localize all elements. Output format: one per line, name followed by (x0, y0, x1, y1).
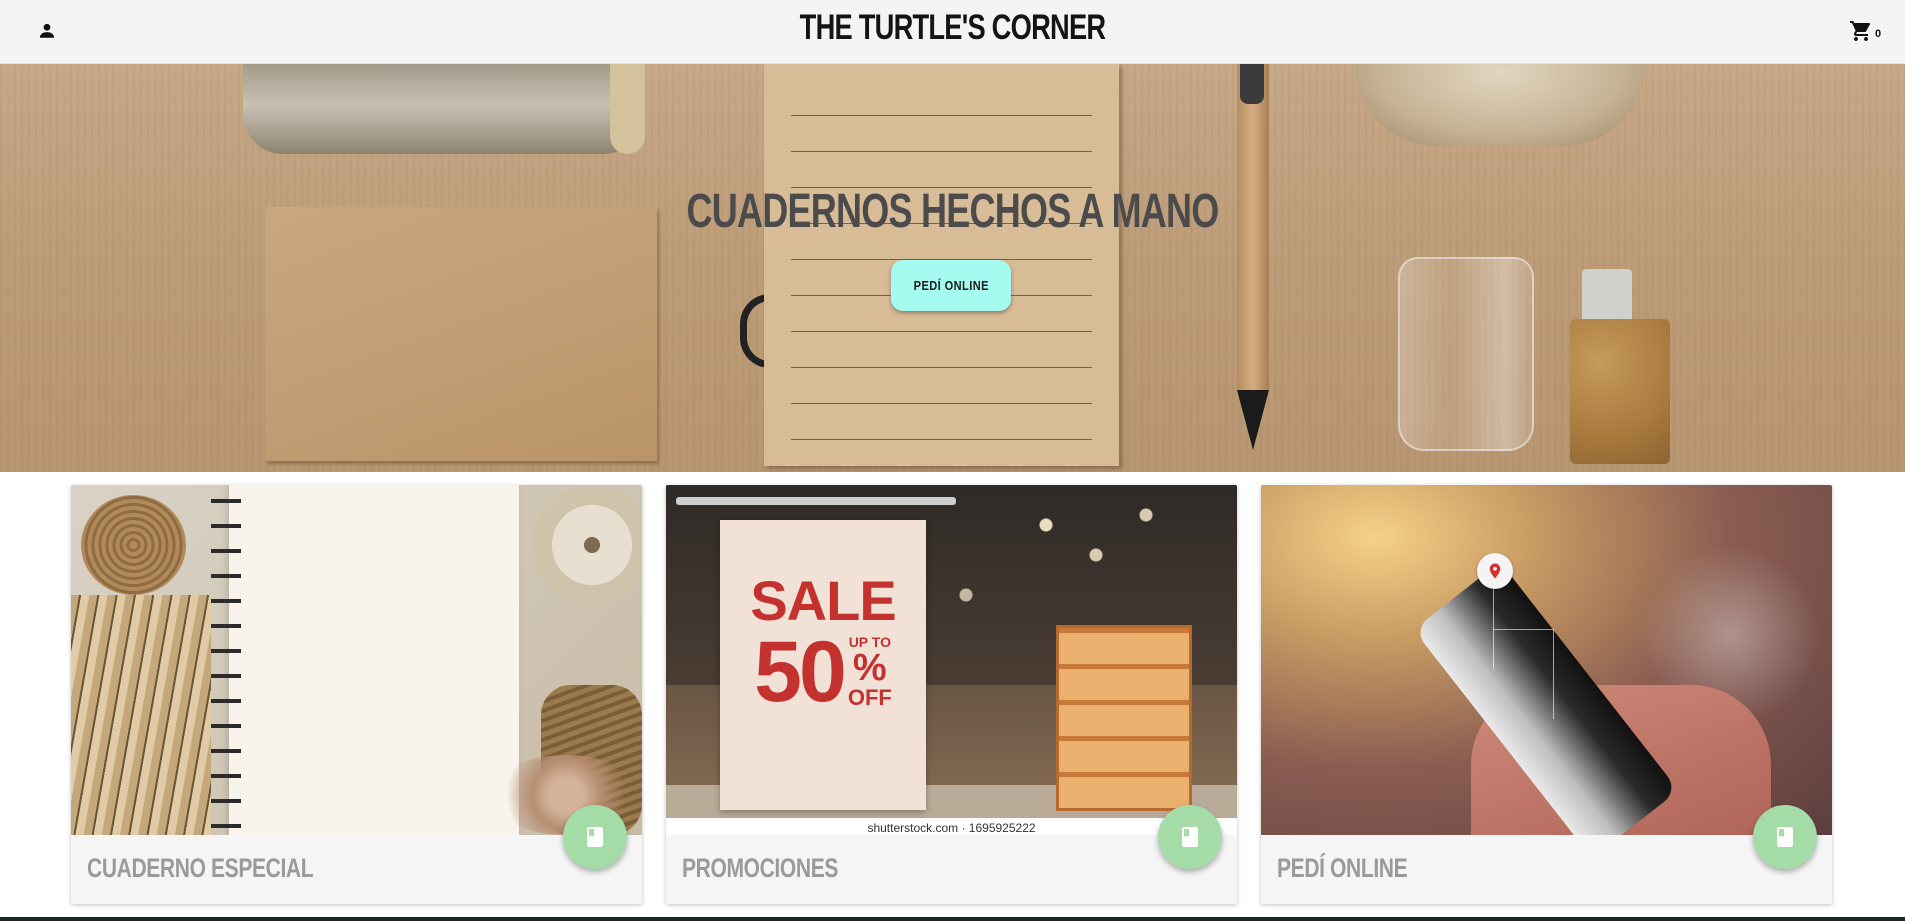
card-title: CUADERNO ESPECIAL (87, 853, 314, 883)
hero-usb-stick (1582, 269, 1632, 324)
card-title: PEDÍ ONLINE (1277, 853, 1408, 883)
hero-log-image (243, 64, 643, 154)
card-cuaderno-especial[interactable]: CUADERNO ESPECIAL (71, 485, 642, 904)
person-icon (39, 23, 55, 38)
card-image-phone (1261, 485, 1832, 835)
hero-banner: CUADERNOS HECHOS A MANO PEDÍ ONLINE (0, 64, 1905, 472)
account-button[interactable] (32, 14, 62, 48)
sale-percent: % (852, 647, 887, 689)
card-pedi-online[interactable]: PEDÍ ONLINE (1261, 485, 1832, 904)
order-online-button[interactable]: PEDÍ ONLINE (891, 260, 1011, 311)
book-icon (587, 827, 603, 847)
hero-wood-disk (1355, 64, 1645, 146)
footer-edge (0, 917, 1905, 921)
sale-sign: SALE 50 UP TO % OFF (720, 520, 926, 810)
notebook-spiral (211, 485, 241, 835)
image-watermark: shutterstock.com · 1695925222 (666, 818, 1237, 835)
hero-glass-jar (1398, 257, 1534, 451)
hero-cork-usb (1570, 319, 1670, 464)
pin-connector-v (1553, 629, 1554, 719)
book-icon (1777, 827, 1793, 847)
hero-pen-clip (1240, 64, 1264, 104)
card-image-notebook (71, 485, 642, 835)
location-pin (1477, 553, 1513, 589)
sale-off: OFF (847, 685, 892, 710)
cart-button[interactable]: 0 (1842, 14, 1888, 48)
card-promociones[interactable]: SALE 50 UP TO % OFF shutterstock.com · 1… (666, 485, 1237, 904)
hero-title: CUADERNOS HECHOS A MANO (686, 185, 1219, 238)
site-title[interactable]: THE TURTLE'S CORNER (210, 8, 1696, 48)
store-shelves (1056, 625, 1192, 811)
book-icon (1182, 827, 1198, 847)
wooden-sticks (71, 595, 211, 835)
card-action-button[interactable] (1753, 805, 1817, 869)
pin-connector-h (1493, 629, 1553, 630)
cart-count-badge: 0 (1874, 28, 1882, 40)
card-title: PROMOCIONES (682, 853, 839, 883)
map-pin-icon (1489, 563, 1501, 579)
hero-kraft-card (265, 207, 657, 461)
tape-roll (531, 485, 642, 635)
order-online-label: PEDÍ ONLINE (913, 278, 989, 293)
card-action-button[interactable] (1158, 805, 1222, 869)
top-bar: THE TURTLE'S CORNER 0 (0, 0, 1905, 64)
card-action-button[interactable] (563, 805, 627, 869)
hero-log-end (610, 64, 645, 154)
hero-pen-tip (1237, 390, 1269, 450)
notebook-page (229, 485, 519, 835)
sign-hanger-bar (676, 497, 956, 505)
shopping-cart-icon (1849, 21, 1870, 41)
twine-ball (81, 495, 186, 595)
card-image-sale: SALE 50 UP TO % OFF shutterstock.com · 1… (666, 485, 1237, 835)
sale-amount: 50 (754, 624, 847, 720)
